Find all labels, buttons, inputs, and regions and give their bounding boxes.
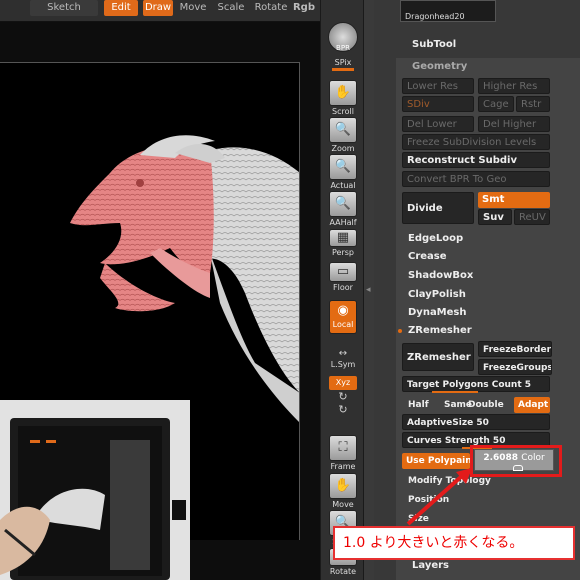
active-section-dot bbox=[398, 329, 402, 333]
bpr-button[interactable]: BPR bbox=[324, 22, 362, 52]
actual-label: Actual bbox=[330, 181, 356, 190]
edit-button[interactable]: Edit bbox=[104, 0, 138, 16]
aahalf-button[interactable]: 🔍 AAHalf bbox=[324, 191, 362, 227]
right-shelf: BPR SPix ✋ Scroll 🔍 Zoom 🔍 Actual 🔍 AAHa… bbox=[320, 0, 364, 580]
persp-grid-icon: ▦ bbox=[329, 229, 357, 247]
annotation-callout: 1.0 より大きいと赤くなる。 bbox=[333, 526, 575, 560]
reuv-button[interactable]: ReUV bbox=[514, 209, 550, 225]
xyz-button[interactable]: Xyz ↻ ↻ bbox=[324, 376, 362, 416]
lsym-icon: ↔ bbox=[338, 348, 348, 359]
freeze-border-button[interactable]: FreezeBorder bbox=[478, 341, 552, 357]
dynamesh-header[interactable]: DynaMesh bbox=[404, 305, 467, 321]
collapse-arrow-icon: ◂ bbox=[366, 285, 371, 295]
sdiv-slider[interactable]: SDiv bbox=[402, 96, 474, 112]
floor-label: Floor bbox=[333, 283, 353, 292]
zremesher-button[interactable]: ZRemesher bbox=[402, 343, 474, 371]
suv-toggle[interactable]: Suv bbox=[478, 209, 512, 225]
spix-label: SPix bbox=[334, 58, 352, 67]
local-button[interactable]: ◉ Local bbox=[324, 300, 362, 334]
magnifier-icon: 🔍 bbox=[329, 117, 357, 143]
move-mode-button[interactable]: Move bbox=[178, 0, 208, 16]
double-button[interactable]: Double bbox=[464, 397, 506, 413]
move-hand-icon: ✋ bbox=[329, 473, 357, 499]
persp-button[interactable]: ▦ Persp bbox=[324, 229, 362, 257]
rotate-axis-icon-2: ↻ bbox=[338, 403, 348, 416]
del-higher-button[interactable]: Del Higher bbox=[478, 116, 550, 132]
bpr-label: BPR bbox=[336, 44, 350, 52]
smt-toggle[interactable]: Smt bbox=[478, 192, 550, 208]
actual-button[interactable]: 🔍 Actual bbox=[324, 154, 362, 190]
zremesher-header[interactable]: ZRemesher bbox=[404, 323, 472, 339]
scroll-button[interactable]: ✋ Scroll bbox=[324, 80, 362, 116]
aahalf-icon: 🔍 bbox=[329, 191, 357, 217]
frame-label: Frame bbox=[330, 462, 356, 471]
reconstruct-subdiv-button[interactable]: Reconstruct Subdiv bbox=[402, 152, 550, 168]
target-polygons-fill bbox=[432, 391, 478, 393]
sketch-button[interactable]: Sketch bbox=[30, 0, 98, 16]
tool-thumbnail[interactable]: Dragonhead20 bbox=[400, 0, 496, 22]
target-polygons-slider[interactable]: Target Polygons Count 5 bbox=[402, 376, 550, 392]
move-button[interactable]: ✋ Move bbox=[324, 473, 362, 509]
shadowbox-header[interactable]: ShadowBox bbox=[404, 268, 473, 284]
xyz-label: Xyz bbox=[329, 376, 357, 390]
scroll-label: Scroll bbox=[332, 107, 354, 116]
higher-res-button[interactable]: Higher Res bbox=[478, 78, 550, 94]
geometry-header[interactable]: Geometry bbox=[408, 59, 467, 75]
lower-res-button[interactable]: Lower Res bbox=[402, 78, 474, 94]
panel-divider[interactable]: ◂ bbox=[364, 0, 374, 580]
local-icon: ◉ Local bbox=[329, 300, 357, 334]
tablet-photo-inset bbox=[0, 400, 190, 580]
convert-bpr-button[interactable]: Convert BPR To Geo bbox=[402, 171, 550, 187]
crease-header[interactable]: Crease bbox=[404, 249, 447, 265]
bpr-icon: BPR bbox=[328, 22, 358, 52]
local-label: Local bbox=[332, 320, 354, 329]
adaptive-size-slider[interactable]: AdaptiveSize 50 bbox=[402, 414, 550, 430]
scale-mode-button[interactable]: Scale bbox=[214, 0, 248, 16]
zoom-button[interactable]: 🔍 Zoom bbox=[324, 117, 362, 153]
frame-icon: ⛶ bbox=[329, 435, 357, 461]
del-lower-button[interactable]: Del Lower bbox=[402, 116, 474, 132]
divide-button[interactable]: Divide bbox=[402, 192, 474, 224]
frame-button[interactable]: ⛶ Frame bbox=[324, 435, 362, 471]
layers-header[interactable]: Layers bbox=[408, 558, 449, 574]
rstr-button[interactable]: Rstr bbox=[516, 96, 550, 112]
zoom-label: Zoom bbox=[331, 144, 355, 153]
half-button[interactable]: Half bbox=[404, 397, 429, 413]
lsym-button[interactable]: ↔ L.Sym bbox=[324, 348, 362, 369]
claypolish-header[interactable]: ClayPolish bbox=[404, 287, 466, 303]
hand-icon: ✋ bbox=[329, 80, 357, 106]
subtool-header[interactable]: SubTool bbox=[408, 37, 456, 53]
edgeloop-header[interactable]: EdgeLoop bbox=[404, 231, 463, 247]
highlight-box bbox=[470, 445, 562, 477]
adapt-toggle[interactable]: Adapt bbox=[514, 397, 550, 413]
floor-icon: ▭ bbox=[329, 262, 357, 282]
freeze-groups-button[interactable]: FreezeGroups bbox=[478, 359, 552, 375]
cage-button[interactable]: Cage bbox=[478, 96, 514, 112]
rotate-mode-button[interactable]: Rotate bbox=[254, 0, 288, 16]
spix-fill bbox=[332, 68, 354, 71]
rgb-button[interactable]: Rgb bbox=[292, 0, 316, 16]
move-label: Move bbox=[332, 500, 354, 509]
rotate-axis-icon: ↻ bbox=[338, 390, 348, 403]
callout-arrow bbox=[406, 468, 472, 526]
rotate-label: Rotate bbox=[329, 567, 357, 576]
freeze-subdiv-button[interactable]: Freeze SubDivision Levels bbox=[402, 134, 550, 150]
draw-button[interactable]: Draw bbox=[143, 0, 173, 16]
tool-name: Dragonhead20 bbox=[405, 12, 465, 21]
actual-icon: 🔍 bbox=[329, 154, 357, 180]
floor-button[interactable]: ▭ Floor bbox=[324, 262, 362, 292]
persp-label: Persp bbox=[332, 248, 354, 257]
lsym-label: L.Sym bbox=[330, 360, 356, 369]
spix-slider[interactable]: SPix bbox=[324, 57, 362, 72]
tablet-photo-image bbox=[0, 400, 190, 580]
top-toolbar: Sketch Edit Draw Move Scale Rotate Rgb bbox=[0, 0, 320, 22]
aahalf-label: AAHalf bbox=[329, 218, 357, 227]
